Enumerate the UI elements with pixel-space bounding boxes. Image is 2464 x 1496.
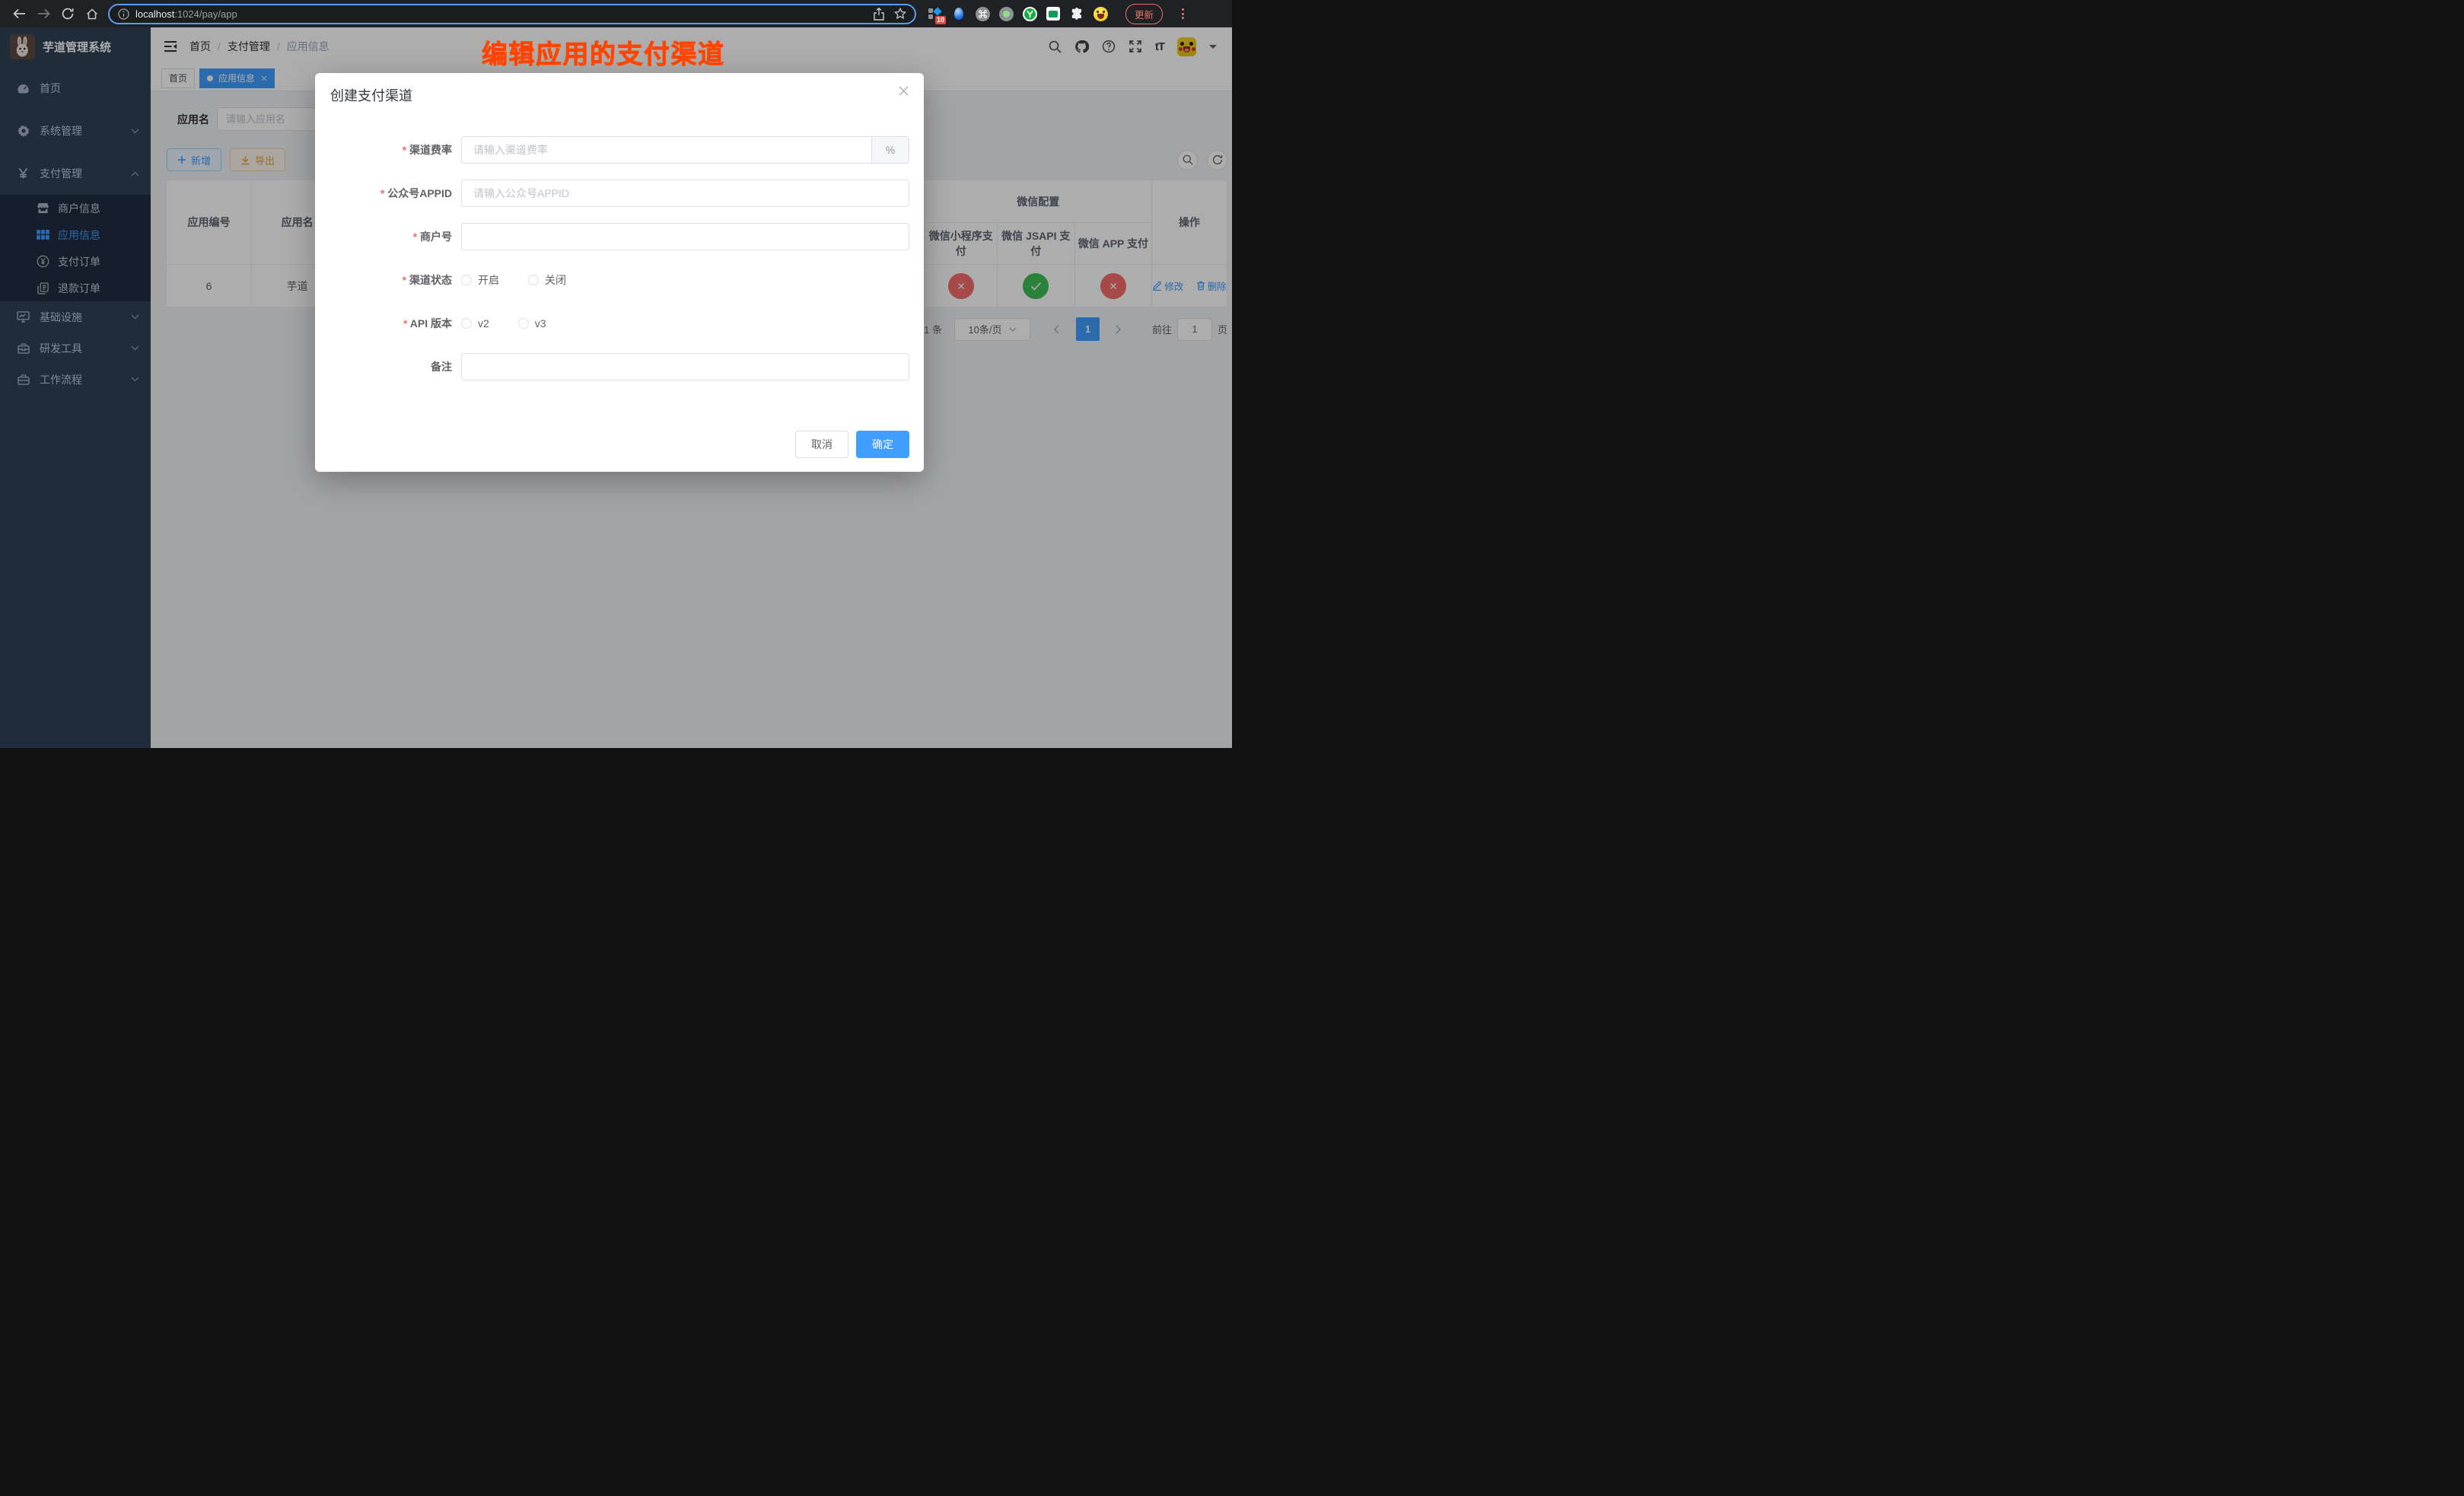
form-row-rate: 渠道费率 %: [330, 136, 909, 164]
url-path: :1024/pay/app: [174, 8, 237, 20]
merchant-label: 商户号: [330, 229, 461, 244]
api-version-label: API 版本: [330, 316, 461, 331]
bookmark-star-icon[interactable]: [894, 8, 906, 20]
appid-label: 公众号APPID: [330, 186, 461, 201]
dialog-close-icon[interactable]: [898, 85, 909, 97]
y-extension-icon[interactable]: [1022, 6, 1037, 21]
rate-label: 渠道费率: [330, 142, 461, 158]
dot-extension-icon[interactable]: [998, 6, 1014, 21]
annotation-text: 编辑应用的支付渠道: [482, 33, 725, 71]
browser-nav: [0, 4, 108, 24]
back-icon[interactable]: [9, 4, 29, 24]
remark-input[interactable]: [461, 353, 909, 380]
rate-input[interactable]: [461, 136, 871, 164]
puzzle-extensions-icon[interactable]: [1069, 6, 1084, 21]
api-v2-radio[interactable]: v2: [461, 317, 489, 329]
radio-icon: [461, 275, 472, 285]
chat-extension-icon[interactable]: [1046, 6, 1061, 21]
balloon-extension-icon[interactable]: [951, 6, 966, 21]
remark-label: 备注: [330, 359, 461, 374]
merchant-input[interactable]: [461, 223, 909, 250]
radio-label: v2: [478, 317, 489, 329]
create-channel-dialog: 创建支付渠道 渠道费率 % 公众号APPID 商户号 渠道状态: [315, 73, 924, 472]
share-icon[interactable]: [874, 8, 884, 21]
radio-icon: [518, 318, 529, 329]
url-text: localhost:1024/pay/app: [135, 8, 237, 20]
status-on-radio[interactable]: 开启: [461, 272, 499, 288]
dialog-form: 渠道费率 % 公众号APPID 商户号 渠道状态 开启: [330, 136, 909, 396]
form-row-appid: 公众号APPID: [330, 180, 909, 207]
radio-label: 关闭: [545, 272, 566, 288]
form-row-status: 渠道状态 开启 关闭: [330, 266, 909, 294]
appid-input[interactable]: [461, 180, 909, 207]
pinned-extension-icon[interactable]: 10: [928, 6, 943, 21]
url-host: localhost: [135, 8, 174, 20]
browser-menu-icon[interactable]: [1176, 8, 1189, 19]
form-row-api-version: API 版本 v2 v3: [330, 310, 909, 337]
site-info-icon[interactable]: [118, 8, 129, 20]
dialog-footer: 取消 确定: [795, 431, 909, 458]
rate-suffix: %: [871, 136, 909, 164]
confirm-button[interactable]: 确定: [856, 431, 909, 458]
status-off-radio[interactable]: 关闭: [528, 272, 566, 288]
cancel-button[interactable]: 取消: [795, 431, 848, 458]
extensions-bar: 10 更新: [928, 4, 1232, 24]
radio-label: v3: [535, 317, 546, 329]
url-bar[interactable]: localhost:1024/pay/app: [108, 4, 916, 24]
chrome-update-button[interactable]: 更新: [1125, 4, 1163, 24]
screen: localhost:1024/pay/app 10: [0, 0, 1232, 748]
form-row-merchant: 商户号: [330, 223, 909, 250]
home-icon[interactable]: [82, 4, 102, 24]
radio-icon: [461, 318, 472, 329]
reload-icon[interactable]: [58, 4, 78, 24]
forward-icon[interactable]: [33, 4, 53, 24]
radio-icon: [528, 275, 539, 285]
dialog-title: 创建支付渠道: [330, 85, 412, 105]
status-label: 渠道状态: [330, 272, 461, 288]
url-actions: [874, 8, 906, 21]
extension-badge: 10: [935, 16, 946, 24]
api-v3-radio[interactable]: v3: [518, 317, 546, 329]
profile-avatar-icon[interactable]: [1093, 6, 1108, 21]
browser-chrome: localhost:1024/pay/app 10: [0, 0, 1232, 27]
command-extension-icon[interactable]: [975, 6, 990, 21]
radio-label: 开启: [478, 272, 499, 288]
form-row-remark: 备注: [330, 353, 909, 380]
